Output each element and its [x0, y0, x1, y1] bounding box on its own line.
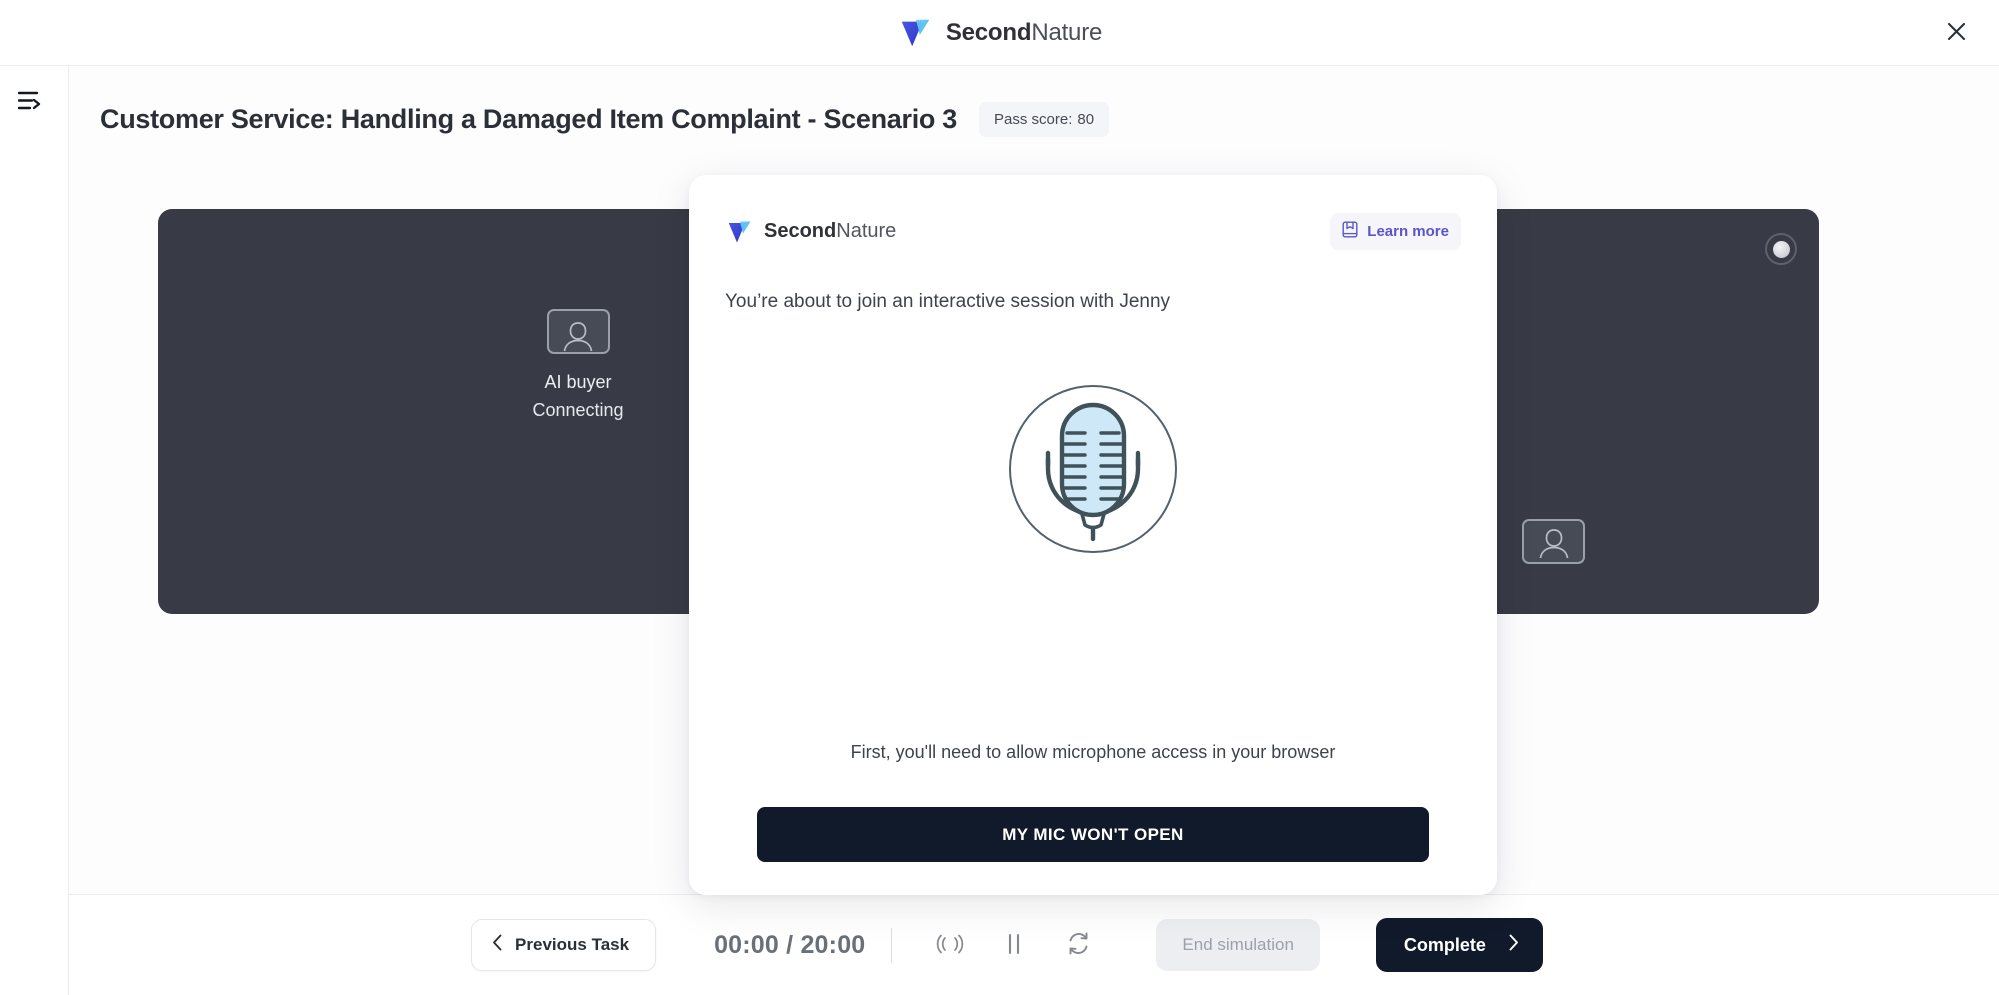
left-sidebar [0, 66, 69, 995]
secondnature-logo-icon [897, 14, 935, 52]
app-root: SecondNature Customer S [0, 0, 1999, 995]
page-title: Customer Service: Handling a Damaged Ite… [100, 104, 957, 135]
toolbar-divider [891, 928, 892, 963]
person-avatar-icon [547, 309, 610, 354]
bottom-toolbar: Previous Task 00:00 / 20:00 [69, 894, 1999, 995]
modal-brand-text: SecondNature [764, 220, 896, 243]
learn-more-label: Learn more [1367, 223, 1449, 240]
sidebar-toggle-button[interactable] [10, 83, 50, 123]
learn-more-button[interactable]: Learn more [1330, 213, 1461, 250]
pass-score-label: Pass score: [994, 111, 1072, 128]
menu-expand-icon [18, 91, 42, 115]
self-video-tile [1522, 519, 1585, 564]
pause-icon [1006, 933, 1022, 958]
previous-task-label: Previous Task [515, 935, 629, 955]
mic-permission-modal: SecondNature Learn more You’re about to … [689, 175, 1497, 895]
pause-button[interactable] [990, 921, 1038, 969]
ai-participant-name: AI buyer [532, 368, 623, 396]
sound-button[interactable] [926, 921, 974, 969]
complete-label: Complete [1404, 935, 1486, 956]
sound-waves-icon [935, 933, 965, 958]
page-header: Customer Service: Handling a Damaged Ite… [100, 102, 1109, 137]
restart-icon [1066, 931, 1091, 959]
record-indicator-icon[interactable] [1765, 233, 1797, 265]
ai-participant-status: Connecting [532, 396, 623, 424]
bottom-toolbar-inner: Previous Task 00:00 / 20:00 [471, 918, 1543, 972]
modal-logo: SecondNature [725, 217, 896, 247]
microphone-illustration [689, 383, 1497, 560]
modal-brand-text-bold: Second [764, 220, 836, 242]
mic-wont-open-button[interactable]: MY MIC WON'T OPEN [757, 807, 1429, 862]
restart-button[interactable] [1054, 921, 1102, 969]
complete-button[interactable]: Complete [1376, 918, 1543, 972]
person-avatar-icon [1534, 525, 1574, 559]
book-icon [1342, 221, 1358, 242]
brand-text-bold: Second [946, 19, 1031, 46]
close-icon [1946, 21, 1967, 45]
microphone-illustration-icon [1007, 383, 1179, 560]
brand-text: SecondNature [946, 19, 1102, 47]
modal-brand-text-light: Nature [836, 220, 896, 242]
modal-note-text: First, you'll need to allow microphone a… [809, 737, 1377, 767]
end-simulation-label: End simulation [1182, 935, 1294, 954]
ai-participant-label: AI buyer Connecting [532, 368, 623, 424]
pass-score-badge: Pass score: 80 [979, 102, 1109, 137]
secondnature-logo-icon [725, 217, 755, 247]
brand-text-light: Nature [1031, 19, 1102, 46]
modal-header: SecondNature Learn more [725, 213, 1461, 250]
chevron-left-icon [492, 934, 503, 956]
ai-participant-tile: AI buyer Connecting [488, 309, 668, 424]
app-logo: SecondNature [897, 14, 1102, 52]
chevron-right-icon [1508, 934, 1519, 956]
close-button[interactable] [1939, 16, 1973, 50]
top-bar: SecondNature [0, 0, 1999, 66]
end-simulation-button[interactable]: End simulation [1156, 919, 1320, 971]
previous-task-button[interactable]: Previous Task [471, 919, 656, 971]
pass-score-value: 80 [1077, 111, 1094, 128]
session-timer: 00:00 / 20:00 [714, 931, 865, 960]
modal-lead-text: You’re about to join an interactive sess… [725, 291, 1170, 313]
